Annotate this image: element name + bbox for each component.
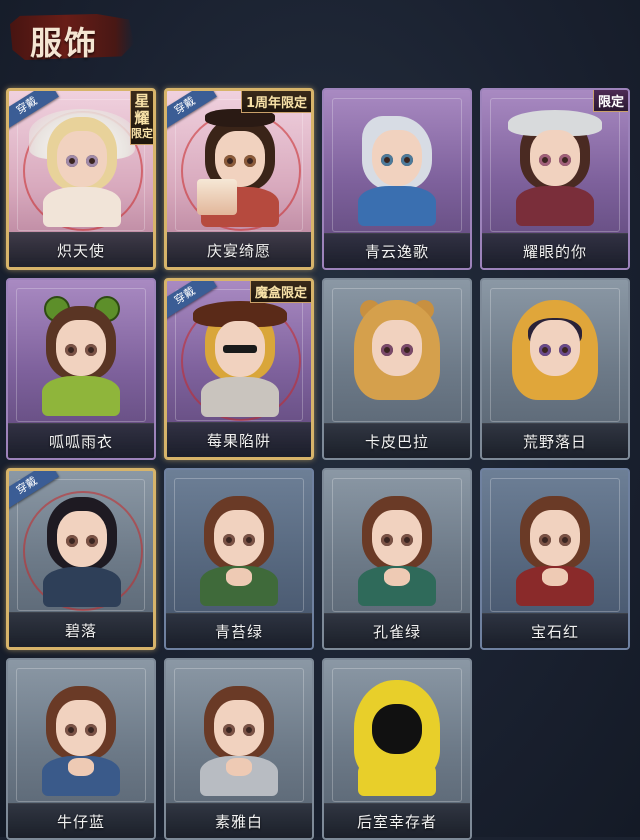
box-limited-tag: 魔盒限定 <box>249 281 311 303</box>
cowboy-hat-portrait-icon <box>508 108 602 226</box>
costume-card-dazzling[interactable]: 限定 耀眼的你 <box>480 88 630 270</box>
card-label-bar: 后室幸存者 <box>324 803 470 838</box>
costume-card-seraph[interactable]: 星耀 限定 穿戴 炽天使 <box>6 88 156 270</box>
costume-name: 碧落 <box>64 621 97 640</box>
limited-tag: 限定 <box>592 90 628 112</box>
page-title: 服饰 <box>30 24 99 62</box>
costume-name: 孔雀绿 <box>372 622 421 641</box>
birthday-portrait-icon <box>197 109 283 227</box>
seraph-portrait-icon <box>29 109 135 227</box>
costume-name: 荒野落日 <box>522 432 587 451</box>
card-label-bar: 碧落 <box>9 612 153 647</box>
silver-hair-portrait-icon <box>354 108 440 226</box>
costume-name: 青云逸歌 <box>364 242 429 261</box>
costume-card-moss-green[interactable]: 青苔绿 <box>164 468 314 650</box>
costume-name: 青苔绿 <box>214 622 263 641</box>
yellow-hood-portrait-icon <box>512 298 598 416</box>
costume-name: 莓果陷阱 <box>206 431 271 450</box>
card-label-bar: 孔雀绿 <box>324 613 470 648</box>
frog-raincoat-portrait-icon <box>38 296 124 416</box>
limited-tag-vertical: 星耀 限定 <box>130 91 153 145</box>
anniversary-limited-tag: 1周年限定 <box>240 91 311 113</box>
red-coat-portrait-icon <box>512 488 598 606</box>
costume-card-wild-sunset[interactable]: 荒野落日 <box>480 278 630 460</box>
card-label-bar: 牛仔蓝 <box>8 803 154 838</box>
costume-name: 宝石红 <box>530 622 579 641</box>
costume-name: 牛仔蓝 <box>56 812 105 831</box>
card-label-bar: 青云逸歌 <box>324 233 470 268</box>
costume-card-frog-raincoat[interactable]: 呱呱雨衣 <box>6 278 156 460</box>
costume-card-celebration[interactable]: 1周年限定 穿戴 庆宴绮愿 <box>164 88 314 270</box>
card-label-bar: 荒野落日 <box>482 423 628 458</box>
costume-name: 呱呱雨衣 <box>48 432 113 451</box>
card-label-bar: 炽天使 <box>9 232 153 267</box>
costume-card-elegant-white[interactable]: 素雅白 <box>164 658 314 840</box>
costume-name: 庆宴绮愿 <box>206 241 271 260</box>
capybara-hood-portrait-icon <box>354 298 440 416</box>
costume-card-denim-blue[interactable]: 牛仔蓝 <box>6 658 156 840</box>
hazmat-portrait-icon <box>354 678 440 796</box>
costume-card-berry-trap[interactable]: 魔盒限定 穿戴 莓果陷阱 <box>164 278 314 460</box>
costume-name: 后室幸存者 <box>356 812 437 831</box>
peacock-coat-portrait-icon <box>354 488 440 606</box>
costume-name: 耀眼的你 <box>522 242 587 261</box>
costume-card-ruby-red[interactable]: 宝石红 <box>480 468 630 650</box>
costume-name: 炽天使 <box>56 241 105 260</box>
card-label-bar: 呱呱雨衣 <box>8 423 154 458</box>
costume-card-qingyun[interactable]: 青云逸歌 <box>322 88 472 270</box>
costume-card-biluo[interactable]: 穿戴 碧落 <box>6 468 156 650</box>
card-label-bar: 卡皮巴拉 <box>324 423 470 458</box>
card-label-bar: 庆宴绮愿 <box>167 232 311 267</box>
costume-card-peacock-green[interactable]: 孔雀绿 <box>322 468 472 650</box>
card-label-bar: 耀眼的你 <box>482 233 628 268</box>
costume-name: 素雅白 <box>214 812 263 831</box>
white-coat-portrait-icon <box>196 678 282 796</box>
denim-coat-portrait-icon <box>38 678 124 796</box>
costume-card-backrooms-survivor[interactable]: 后室幸存者 <box>322 658 472 840</box>
card-label-bar: 莓果陷阱 <box>167 422 311 457</box>
card-label-bar: 宝石红 <box>482 613 628 648</box>
berry-hat-portrait-icon <box>193 299 287 417</box>
card-label-bar: 青苔绿 <box>166 613 312 648</box>
dark-hair-portrait-icon <box>39 489 125 607</box>
header: 服饰 <box>0 0 640 84</box>
costume-name: 卡皮巴拉 <box>364 432 429 451</box>
costume-card-capybara[interactable]: 卡皮巴拉 <box>322 278 472 460</box>
card-label-bar: 素雅白 <box>166 803 312 838</box>
green-coat-portrait-icon <box>196 488 282 606</box>
